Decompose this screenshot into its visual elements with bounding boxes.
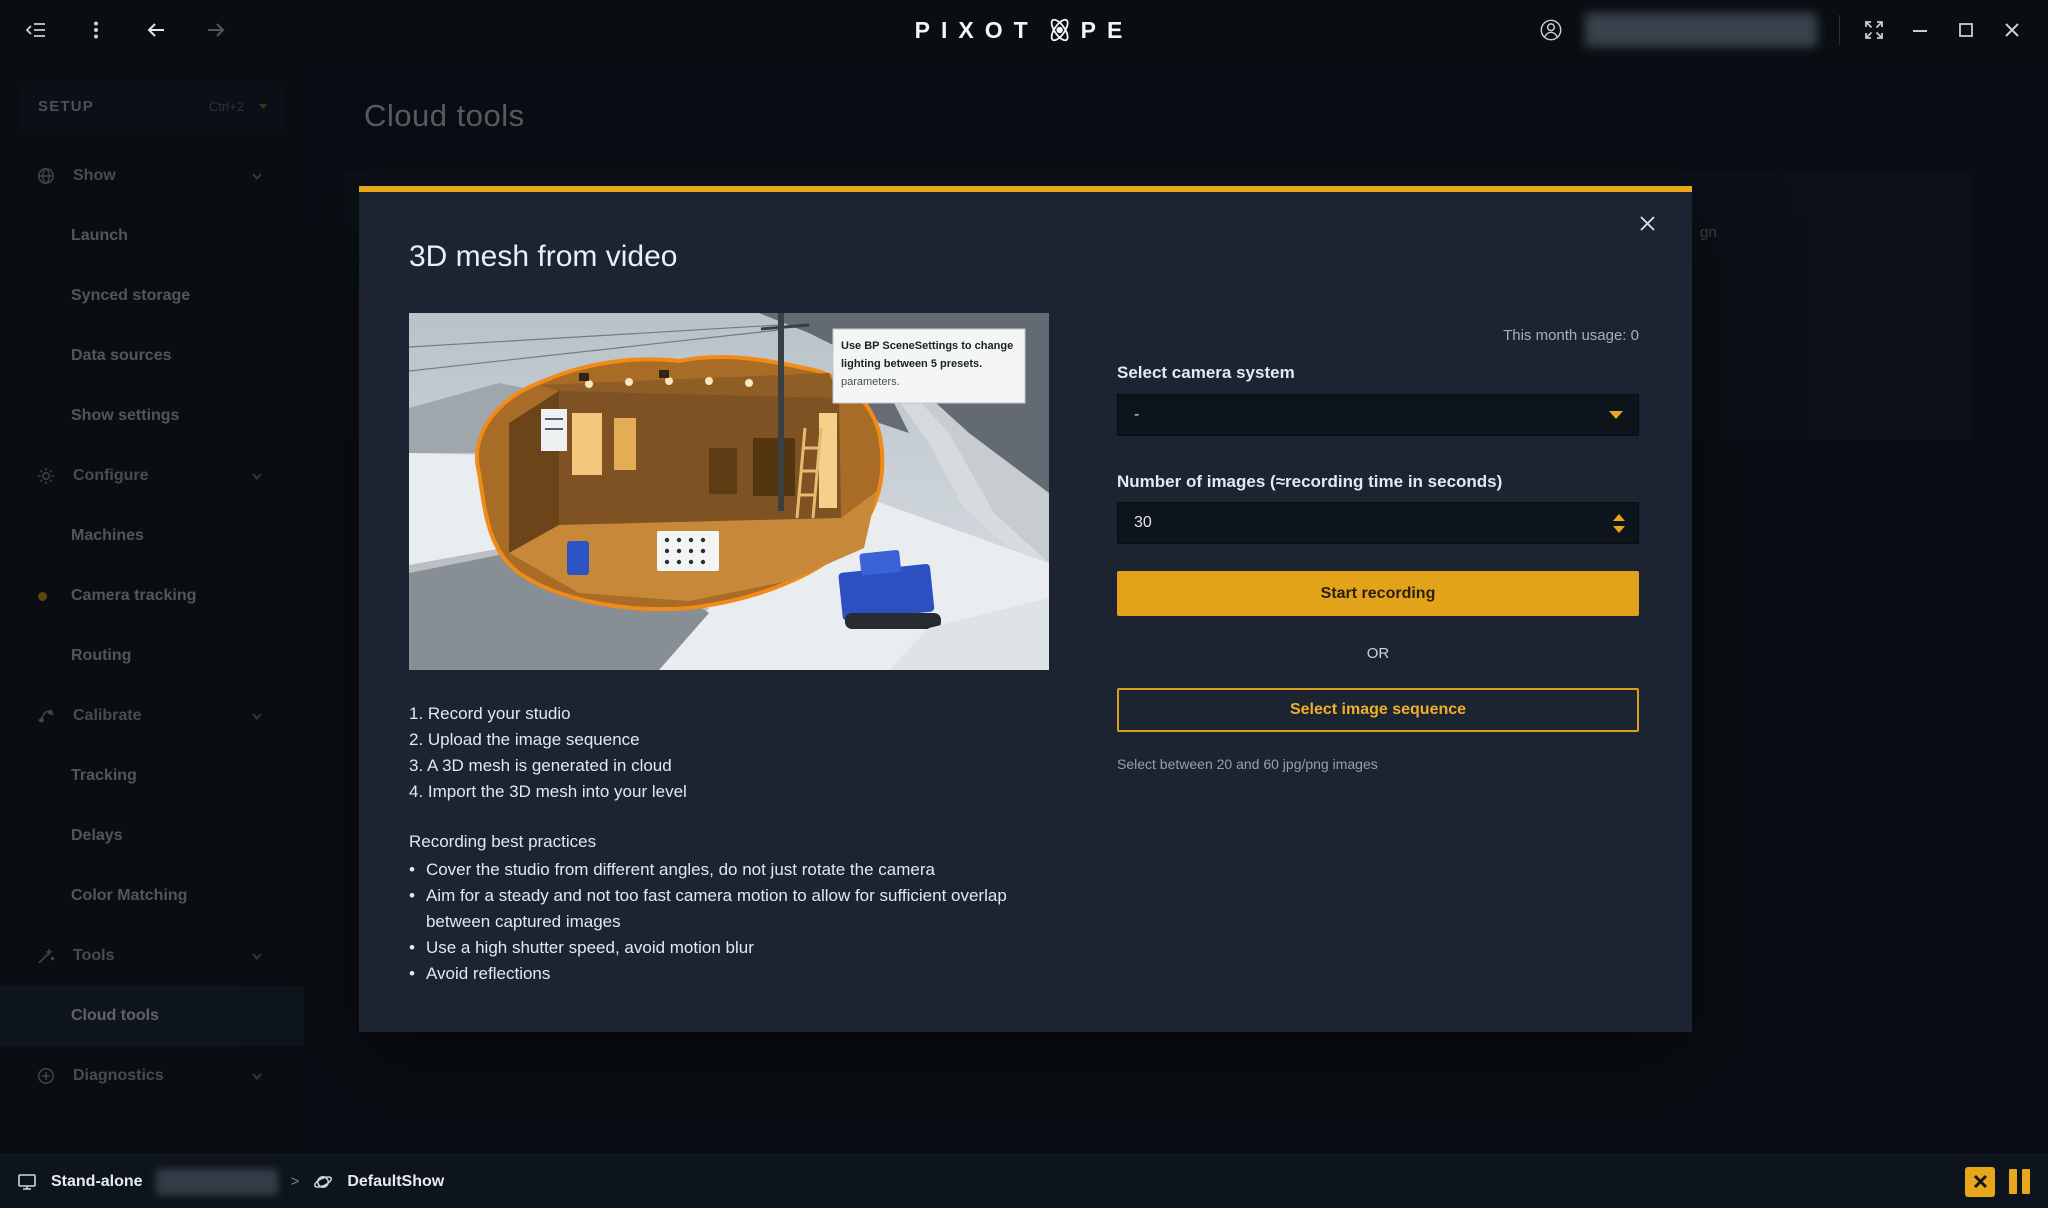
- best-practice-item: Aim for a steady and not too fast camera…: [409, 883, 1031, 935]
- window-close-button[interactable]: [2000, 18, 2024, 42]
- machine-icon: [16, 1171, 38, 1193]
- camera-system-value: -: [1134, 406, 1139, 424]
- number-of-images-field: [1117, 502, 1639, 544]
- close-icon: [2002, 20, 2022, 40]
- stepper-down-icon[interactable]: [1613, 526, 1625, 533]
- forward-button[interactable]: [204, 18, 228, 42]
- number-of-images-label: Number of images (≈recording time in sec…: [1117, 472, 1639, 492]
- logo-text-right: PE: [1081, 17, 1134, 44]
- fit-screen-button[interactable]: [1862, 18, 1886, 42]
- best-practice-item: Use a high shutter speed, avoid motion b…: [409, 935, 1031, 961]
- or-separator: OR: [1117, 645, 1639, 662]
- blurred-machine-name: [156, 1169, 278, 1195]
- pause-icon: [2022, 1169, 2030, 1194]
- mesh-from-video-dialog: 3D mesh from video: [359, 186, 1692, 1032]
- kebab-menu-icon: [85, 19, 107, 41]
- best-practices-list: Cover the studio from different angles, …: [409, 857, 1031, 987]
- pause-icon: [2009, 1169, 2017, 1194]
- topbar-divider: [1839, 15, 1840, 45]
- modal-title: 3D mesh from video: [409, 240, 677, 274]
- atom-icon: [1045, 15, 1075, 45]
- number-of-images-input[interactable]: [1118, 503, 1638, 543]
- image-note-line-1: Use BP SceneSettings to change: [841, 340, 1013, 352]
- step-item: 2. Upload the image sequence: [409, 727, 1049, 753]
- modal-accent-bar: [359, 186, 1692, 192]
- best-practices-title: Recording best practices: [409, 829, 1049, 855]
- best-practice-item: Avoid reflections: [409, 961, 1031, 987]
- machine-mode-label: Stand-alone: [51, 1173, 143, 1191]
- workflow-steps: 1. Record your studio 2. Upload the imag…: [409, 701, 1049, 805]
- step-item: 3. A 3D mesh is generated in cloud: [409, 753, 1049, 779]
- camera-system-select[interactable]: -: [1117, 394, 1639, 436]
- image-note-line-3: parameters.: [841, 376, 900, 388]
- show-badge-icon: [312, 1171, 334, 1193]
- close-icon: [1973, 1174, 1988, 1189]
- modal-right-column: This month usage: 0 Select camera system…: [1117, 313, 1639, 772]
- select-image-sequence-button[interactable]: Select image sequence: [1117, 688, 1639, 732]
- back-arrow-icon: [144, 18, 168, 42]
- maximize-button[interactable]: [1954, 18, 1978, 42]
- step-item: 1. Record your studio: [409, 701, 1049, 727]
- step-item: 4. Import the 3D mesh into your level: [409, 779, 1049, 805]
- stepper-up-icon[interactable]: [1613, 514, 1625, 521]
- camera-system-label: Select camera system: [1117, 363, 1639, 383]
- kebab-menu-button[interactable]: [84, 18, 108, 42]
- current-show-name: DefaultShow: [347, 1173, 444, 1191]
- topbar: PIXOT PE: [0, 0, 2048, 60]
- pixotope-logo: PIXOT PE: [915, 15, 1134, 45]
- maximize-icon: [1956, 20, 1976, 40]
- usage-counter: This month usage: 0: [1117, 327, 1639, 344]
- modal-left-column: Use BP SceneSettings to change lighting …: [409, 313, 1049, 987]
- close-icon: [1639, 215, 1656, 232]
- stop-show-button[interactable]: [1965, 1167, 1995, 1197]
- fit-screen-icon: [1863, 19, 1885, 41]
- studio-mesh-image: Use BP SceneSettings to change lighting …: [409, 313, 1049, 670]
- image-note-line-2: lighting between 5 presets.: [841, 358, 982, 370]
- blurred-username: [1585, 13, 1817, 47]
- start-recording-button[interactable]: Start recording: [1117, 571, 1639, 616]
- best-practice-item: Cover the studio from different angles, …: [409, 857, 1031, 883]
- user-icon: [1539, 17, 1563, 43]
- status-bar: Stand-alone > DefaultShow: [0, 1154, 2048, 1208]
- forward-arrow-icon: [204, 18, 228, 42]
- pause-button[interactable]: [2004, 1167, 2034, 1197]
- number-stepper[interactable]: [1613, 503, 1625, 543]
- collapse-sidebar-icon: [25, 19, 47, 41]
- back-button[interactable]: [144, 18, 168, 42]
- minimize-button[interactable]: [1908, 18, 1932, 42]
- minimize-icon: [1910, 20, 1930, 40]
- logo-text-left: PIXOT: [915, 17, 1039, 44]
- modal-close-button[interactable]: [1634, 210, 1660, 236]
- user-account-button[interactable]: [1539, 18, 1563, 42]
- image-count-hint: Select between 20 and 60 jpg/png images: [1117, 756, 1639, 772]
- chevron-right-separator: >: [291, 1173, 300, 1190]
- chevron-down-icon: [1609, 411, 1623, 419]
- collapse-sidebar-button[interactable]: [24, 18, 48, 42]
